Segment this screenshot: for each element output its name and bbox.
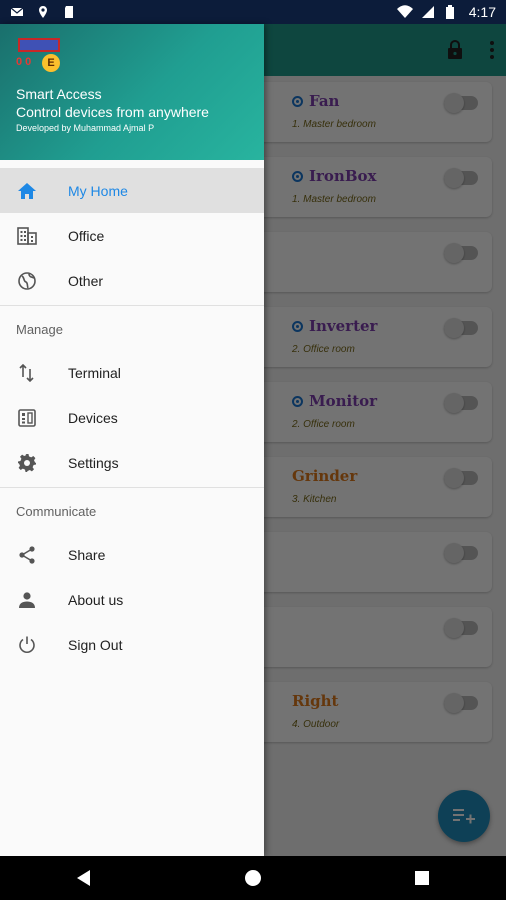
nav-item-label: About us <box>68 591 124 608</box>
drawer-header: 0 0 E Smart Access Control devices from … <box>0 24 264 160</box>
status-bar: 4:17 <box>0 0 506 24</box>
section-header-communicate: Communicate <box>16 503 97 519</box>
nav-item-label: Share <box>68 546 106 563</box>
nav-item-devices[interactable]: Devices <box>0 395 264 440</box>
app-tagline: Control devices from anywhere <box>16 104 209 120</box>
app-logo: 0 0 E <box>16 36 62 74</box>
nav-item-label: Terminal <box>68 364 121 381</box>
recents-button[interactable] <box>411 867 433 889</box>
office-building-icon <box>16 225 38 247</box>
app-name: Smart Access <box>16 86 102 102</box>
mail-icon <box>10 5 24 19</box>
status-time: 4:17 <box>468 4 496 20</box>
nav-item-label: Sign Out <box>68 636 123 653</box>
nav-item-about-us[interactable]: About us <box>0 577 264 622</box>
person-icon <box>16 589 38 611</box>
nav-item-label: Settings <box>68 454 119 471</box>
divider <box>0 305 264 306</box>
sd-card-icon <box>62 5 76 19</box>
share-icon <box>16 544 38 566</box>
gear-icon <box>16 452 38 474</box>
power-icon <box>16 634 38 656</box>
devices-icon <box>16 407 38 429</box>
back-button[interactable] <box>73 867 95 889</box>
nav-item-label: Office <box>68 227 105 244</box>
nav-item-label: Devices <box>68 409 118 426</box>
system-navigation-bar <box>0 856 506 900</box>
nav-item-my-home[interactable]: My Home <box>0 168 264 213</box>
globe-icon <box>16 270 38 292</box>
wifi-icon <box>396 5 413 19</box>
developer-credit: Developed by Muhammad Ajmal P <box>16 123 155 133</box>
nav-item-office[interactable]: Office <box>0 213 264 258</box>
battery-icon <box>445 5 459 19</box>
section-header-manage: Manage <box>16 321 63 337</box>
signal-icon <box>421 5 435 19</box>
nav-item-other[interactable]: Other <box>0 258 264 303</box>
swap-vertical-icon <box>16 362 38 384</box>
home-icon <box>16 180 38 202</box>
nav-item-label: My Home <box>68 182 128 199</box>
nav-item-terminal[interactable]: Terminal <box>0 350 264 395</box>
location-icon <box>36 5 50 19</box>
nav-item-sign-out[interactable]: Sign Out <box>0 622 264 667</box>
divider <box>0 487 264 488</box>
home-button[interactable] <box>242 867 264 889</box>
navigation-drawer: 0 0 E Smart Access Control devices from … <box>0 24 264 856</box>
nav-item-label: Other <box>68 272 104 289</box>
nav-item-settings[interactable]: Settings <box>0 440 264 485</box>
nav-item-share[interactable]: Share <box>0 532 264 577</box>
